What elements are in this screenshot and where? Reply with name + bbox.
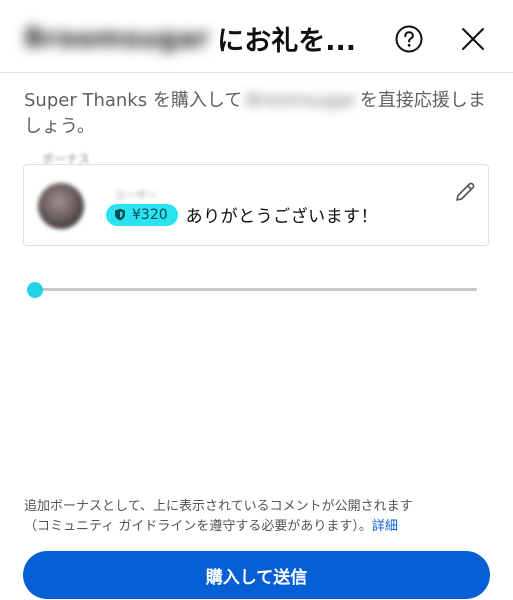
sheet-title: Broomsugar にお礼を... — [24, 18, 356, 58]
close-icon — [462, 28, 484, 50]
details-link[interactable]: 詳細 — [372, 519, 398, 534]
description-prefix: Super Thanks を購入して — [24, 90, 243, 111]
slider-thumb[interactable] — [27, 282, 43, 298]
avatar — [38, 183, 84, 229]
edit-comment-button[interactable] — [452, 179, 478, 205]
comment-row: ¥320 ありがとうございます！ — [106, 202, 378, 227]
shield-icon — [114, 208, 126, 221]
sheet-header: Broomsugar にお礼を... — [0, 0, 513, 73]
comment-preview-card: ユーザー ¥320 ありがとうございます！ — [23, 164, 489, 246]
comment-text: ありがとうございます！ — [185, 207, 379, 227]
amount-badge: ¥320 — [106, 203, 178, 226]
pencil-icon — [456, 182, 475, 201]
disclaimer-text: 追加ボーナスとして、上に表示されているコメントが公開されます （コミュニティ ガイ… — [24, 497, 494, 537]
slider-track[interactable] — [27, 288, 477, 291]
description-channel-name: Broomsugar — [246, 90, 356, 111]
description-text: Super Thanks を購入して Broomsugar を直接応援しましょう。 — [24, 88, 490, 140]
buy-and-send-button[interactable]: 購入して送信 — [23, 551, 490, 599]
amount-value: ¥320 — [132, 206, 168, 223]
disclaimer-line1: 追加ボーナスとして、上に表示されているコメントが公開されます — [24, 499, 413, 514]
channel-name: Broomsugar — [24, 22, 210, 54]
commenter-name: ユーザー — [114, 189, 158, 202]
amount-slider[interactable] — [27, 280, 479, 300]
title-text: にお礼を... — [217, 25, 357, 57]
disclaimer-line2: （コミュニティ ガイドラインを遵守する必要があります）。 — [24, 519, 372, 534]
help-circle-icon — [395, 25, 423, 53]
help-button[interactable] — [392, 22, 426, 56]
close-button[interactable] — [456, 22, 490, 56]
super-thanks-sheet: Broomsugar にお礼を... Super Thanks を購入して Bro… — [0, 0, 513, 600]
